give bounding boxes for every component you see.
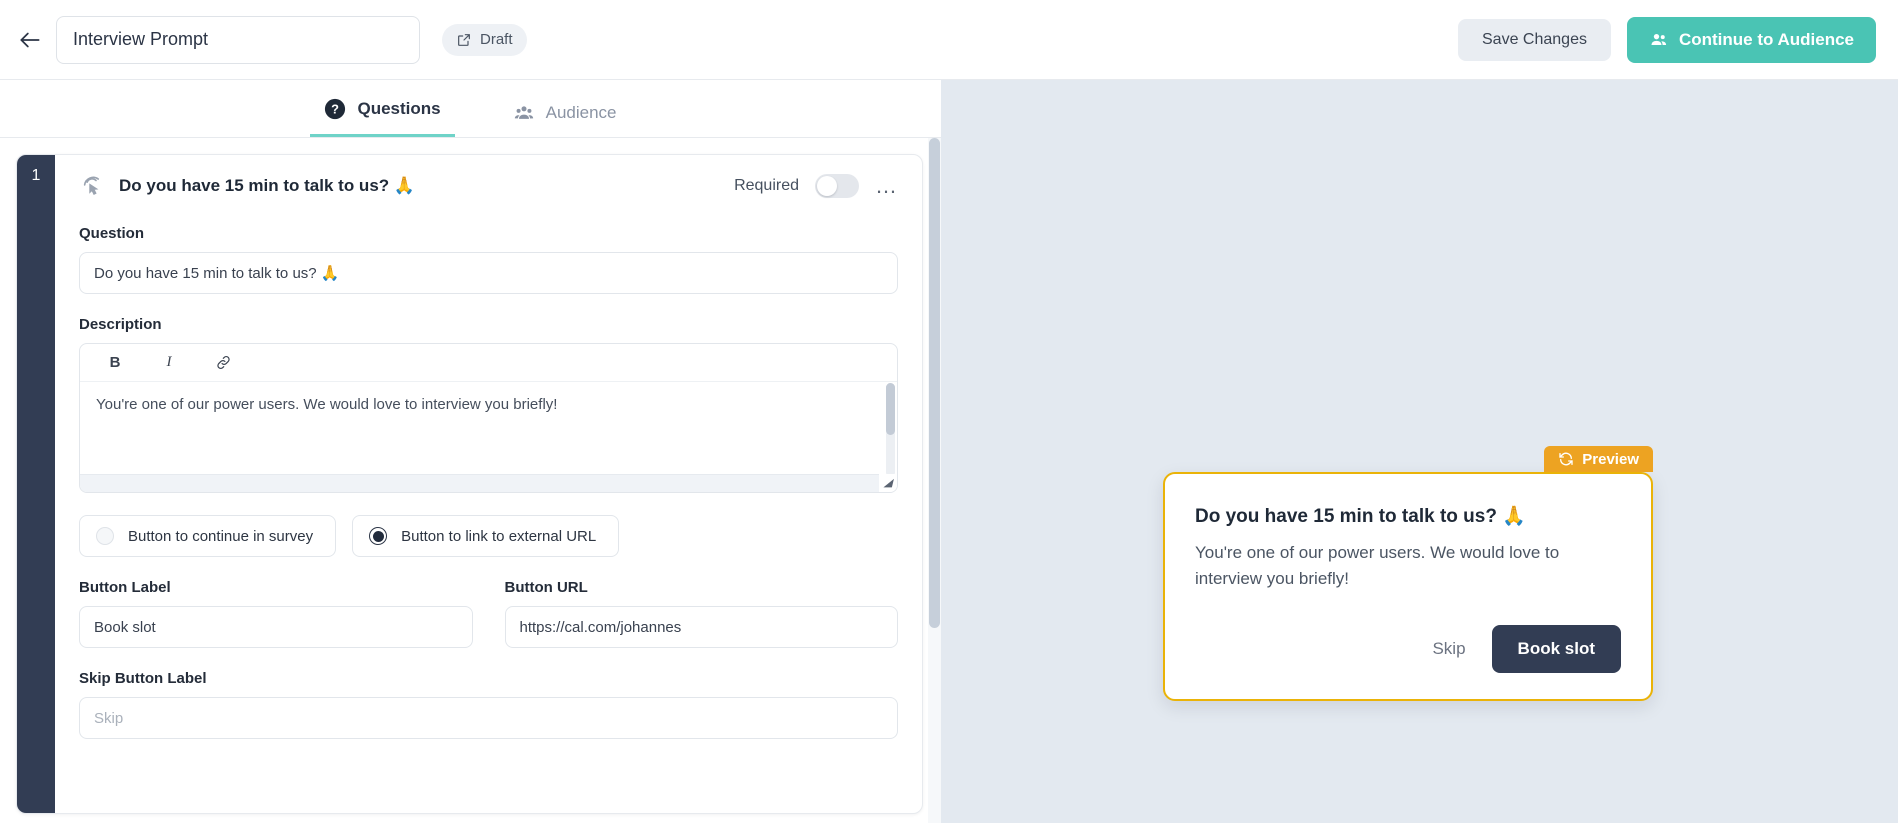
people-group-icon (513, 103, 535, 123)
question-card-body: Do you have 15 min to talk to us? 🙏 Requ… (55, 155, 922, 813)
cta-option-external-url-label: Button to link to external URL (401, 527, 597, 545)
preview-question-text: Do you have 15 min to talk to us? 🙏 (1195, 506, 1526, 527)
radio-icon (96, 527, 114, 545)
question-input[interactable] (79, 252, 898, 294)
description-editor-toolbar: B I (80, 344, 897, 382)
question-card-title: Do you have 15 min to talk to us? 🙏 (119, 176, 416, 195)
arrow-left-icon (17, 27, 43, 53)
cta-option-continue-in-survey[interactable]: Button to continue in survey (79, 515, 337, 557)
continue-to-audience-button[interactable]: Continue to Audience (1626, 16, 1876, 63)
preview-primary-button[interactable]: Book slot (1491, 625, 1621, 673)
tab-bar: ? Questions Audience (0, 80, 941, 138)
preview-card: Do you have 15 min to talk to us? 🙏 You'… (1163, 472, 1653, 701)
tab-audience-label: Audience (545, 103, 617, 122)
question-card: 1 Do you have 15 min to talk to us? 🙏 Re… (16, 154, 923, 814)
preview-description-text: You're one of our power users. We would … (1195, 543, 1560, 588)
skip-button-label-field: Skip Button Label (79, 670, 898, 739)
question-field-label: Question (79, 225, 145, 242)
tab-audience[interactable]: Audience (499, 103, 631, 137)
button-config-row: Button Label Button URL (79, 579, 898, 648)
people-group-icon (1649, 30, 1669, 50)
scrollbar-thumb[interactable] (886, 383, 895, 435)
pencil-edit-icon (456, 32, 472, 48)
preview-skip-button[interactable]: Skip (1428, 633, 1469, 665)
button-label-field-label: Button Label (79, 579, 171, 596)
preview-actions: Skip Book slot (1195, 625, 1621, 673)
bold-button[interactable]: B (106, 354, 124, 371)
radio-icon-selected (369, 527, 388, 545)
save-changes-button[interactable]: Save Changes (1458, 18, 1611, 61)
back-button[interactable] (8, 18, 52, 62)
question-more-menu-button[interactable]: … (875, 175, 898, 197)
questions-scroll-area: 1 Do you have 15 min to talk to us? 🙏 Re… (0, 138, 941, 823)
refresh-icon (1558, 451, 1574, 467)
link-icon[interactable] (214, 354, 232, 371)
preview-tab-label: Preview (1582, 450, 1639, 468)
required-toggle-knob (817, 176, 837, 196)
tab-questions-label: Questions (357, 99, 441, 118)
button-url-field-label: Button URL (504, 579, 588, 596)
survey-title-input[interactable] (56, 15, 420, 64)
required-toggle[interactable] (815, 174, 859, 198)
cta-option-external-url[interactable]: Button to link to external URL (352, 515, 620, 557)
editor-panel-scrollbar[interactable] (928, 138, 941, 823)
description-editor-resize-handle[interactable]: ◢ (879, 474, 897, 492)
question-circle-icon: ? (324, 98, 346, 120)
question-number-badge: 1 (17, 155, 55, 813)
italic-button[interactable]: I (160, 354, 178, 371)
question-field: Question (79, 225, 898, 294)
top-bar: Draft Save Changes Continue to Audience (0, 0, 1898, 80)
cursor-tap-icon (79, 173, 109, 199)
continue-to-audience-label: Continue to Audience (1678, 29, 1854, 49)
description-field: Description B I You're one of our power … (79, 316, 898, 493)
button-url-field: Button URL (504, 579, 898, 648)
description-field-label: Description (79, 316, 162, 333)
scrollbar-thumb[interactable] (929, 138, 940, 628)
description-editor-horizontal-scrollbar[interactable] (80, 474, 897, 492)
cta-option-continue-label: Button to continue in survey (128, 527, 314, 545)
cta-type-options: Button to continue in survey Button to l… (79, 515, 898, 557)
preview-container: Preview Do you have 15 min to talk to us… (1163, 446, 1653, 701)
description-editor-vertical-scrollbar[interactable] (886, 383, 895, 477)
status-badge-label: Draft (480, 31, 513, 48)
svg-text:?: ? (332, 102, 340, 117)
status-badge: Draft (442, 23, 527, 56)
preview-panel: Preview Do you have 15 min to talk to us… (941, 80, 1898, 823)
question-card-header-actions: Required … (734, 174, 898, 198)
description-editor[interactable]: B I You're one of our power users. We wo… (79, 343, 898, 493)
button-label-input[interactable] (79, 606, 473, 648)
preview-refresh-tab[interactable]: Preview (1544, 446, 1653, 472)
tab-questions[interactable]: ? Questions (310, 98, 455, 137)
question-card-header: Do you have 15 min to talk to us? 🙏 Requ… (79, 173, 898, 199)
editor-panel: ? Questions Audience 1 Do you have 15 mi… (0, 80, 941, 823)
skip-button-label-input[interactable] (79, 697, 898, 739)
button-label-field: Button Label (79, 579, 473, 648)
required-label: Required (734, 177, 799, 194)
skip-button-label-field-label: Skip Button Label (79, 670, 207, 687)
button-url-input[interactable] (504, 606, 898, 648)
description-editor-content[interactable]: You're one of our power users. We would … (80, 382, 897, 466)
